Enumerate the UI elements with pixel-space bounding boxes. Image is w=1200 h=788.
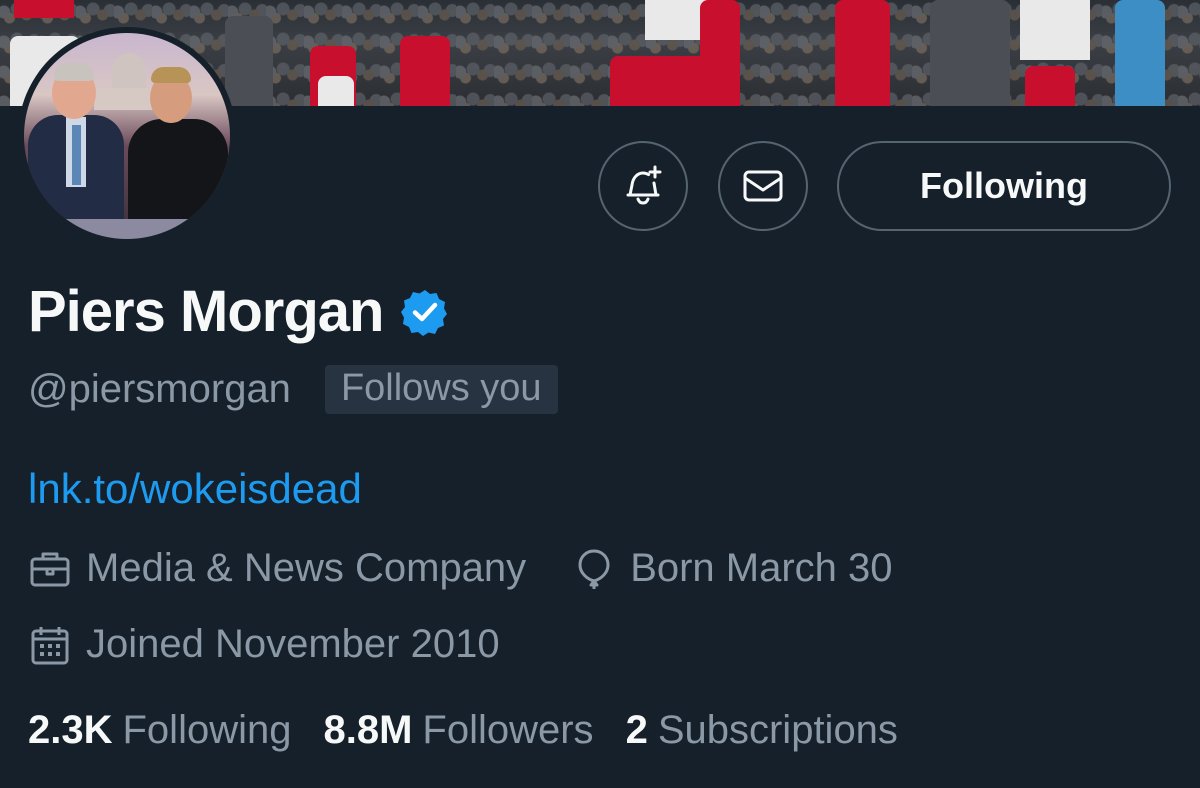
joined-text: Joined November 2010 bbox=[86, 622, 500, 666]
banner-player bbox=[930, 0, 1010, 106]
profile-joined-row: Joined November 2010 bbox=[28, 622, 500, 667]
avatar-desk bbox=[44, 219, 214, 239]
following-button[interactable]: Following bbox=[837, 141, 1171, 231]
display-name: Piers Morgan bbox=[28, 279, 384, 344]
banner-player bbox=[14, 0, 74, 18]
following-button-label: Following bbox=[920, 165, 1088, 206]
category-item: Media & News Company bbox=[28, 546, 526, 591]
category-text: Media & News Company bbox=[86, 546, 527, 590]
avatar-bg-dome bbox=[112, 53, 146, 93]
avatar-tie bbox=[72, 125, 81, 185]
banner-player bbox=[1025, 66, 1075, 106]
profile-stats: 2.3K Following 8.8M Followers 2 Subscrip… bbox=[28, 708, 930, 753]
birth-item: Born March 30 bbox=[572, 546, 893, 591]
profile-handle: @piersmorgan bbox=[28, 367, 291, 411]
subscriptions-stat[interactable]: 2 Subscriptions bbox=[626, 708, 898, 753]
banner-player bbox=[225, 16, 273, 106]
notify-button[interactable] bbox=[598, 141, 688, 231]
verified-badge-icon[interactable] bbox=[401, 288, 449, 336]
follows-you-badge: Follows you bbox=[324, 365, 558, 414]
envelope-icon bbox=[743, 170, 783, 202]
banner-player bbox=[400, 36, 450, 106]
joined-item: Joined November 2010 bbox=[28, 622, 500, 667]
subscriptions-label: Subscriptions bbox=[657, 708, 898, 752]
profile-name-row: Piers Morgan bbox=[28, 278, 449, 345]
briefcase-icon bbox=[30, 552, 70, 586]
profile-avatar[interactable] bbox=[18, 27, 236, 245]
birth-text: Born March 30 bbox=[630, 546, 893, 590]
profile-meta-row: Media & News Company Born March 30 bbox=[28, 546, 893, 591]
avatar-hair-left bbox=[54, 63, 94, 81]
profile-website-link[interactable]: lnk.to/wokeisdead bbox=[28, 465, 362, 513]
avatar-hair-right bbox=[151, 67, 191, 83]
handle-row: @piersmorgan Follows you bbox=[28, 365, 558, 414]
banner-player bbox=[835, 0, 890, 106]
bell-plus-icon bbox=[626, 165, 662, 205]
banner-player bbox=[700, 0, 740, 106]
balloon-icon bbox=[578, 549, 610, 589]
calendar-icon bbox=[31, 626, 69, 664]
followers-count: 8.8M bbox=[323, 708, 413, 752]
avatar-photo bbox=[24, 33, 230, 239]
following-stat[interactable]: 2.3K Following bbox=[28, 708, 291, 753]
banner-referee bbox=[1115, 0, 1165, 106]
followers-stat[interactable]: 8.8M Followers bbox=[323, 708, 593, 753]
followers-label: Followers bbox=[422, 708, 594, 752]
following-count: 2.3K bbox=[28, 708, 113, 752]
banner-player bbox=[318, 76, 354, 106]
following-label: Following bbox=[122, 708, 292, 752]
banner-player bbox=[610, 56, 710, 106]
banner-player bbox=[1020, 0, 1090, 60]
message-button[interactable] bbox=[718, 141, 808, 231]
subscriptions-count: 2 bbox=[625, 708, 648, 752]
